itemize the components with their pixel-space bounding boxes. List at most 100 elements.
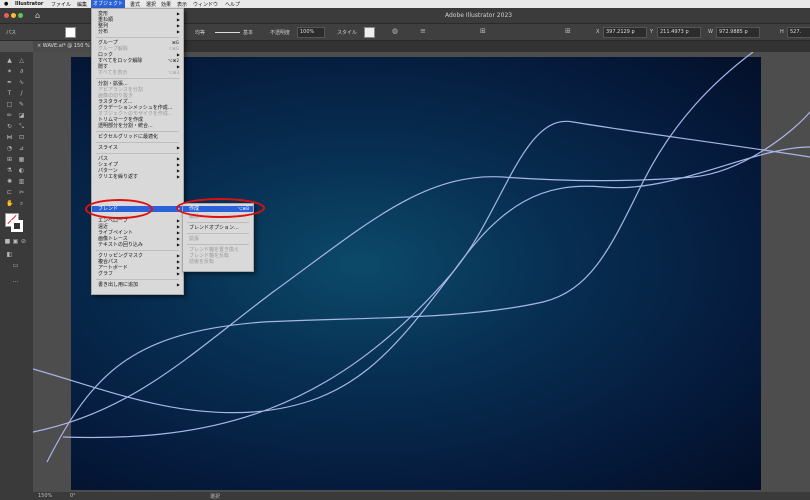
slice-tool-icon[interactable]: ✂	[18, 189, 25, 196]
selection-tool-icon[interactable]: ▲	[6, 57, 13, 64]
zoom-tool-icon[interactable]: ⌕	[18, 200, 25, 207]
stroke-profile-label[interactable]: 均等	[195, 29, 205, 36]
menu-separator	[96, 279, 179, 280]
recolor-icon[interactable]: ◍	[392, 27, 398, 35]
w-label: W	[708, 29, 713, 35]
home-icon[interactable]: ⌂	[35, 11, 40, 20]
h-field[interactable]: 527.	[787, 27, 810, 38]
menu-separator	[96, 37, 179, 38]
perspective-grid-tool-icon[interactable]: ⊿	[18, 145, 25, 152]
menu-select[interactable]: 選択	[146, 1, 156, 8]
menu-separator	[96, 153, 179, 154]
eyedropper-tool-icon[interactable]: ⚗	[6, 167, 13, 174]
pencil-tool-icon[interactable]: ✏	[6, 112, 13, 119]
close-window-button[interactable]	[4, 13, 9, 18]
symbol-sprayer-tool-icon[interactable]: ✺	[6, 178, 13, 185]
mesh-tool-icon[interactable]: ⊞	[6, 156, 13, 163]
reference-point-icon[interactable]: ⊞	[565, 27, 571, 35]
submenu-arrow-icon: ▶	[176, 271, 180, 276]
menu-view[interactable]: 表示	[177, 1, 187, 8]
menu-item-flatten-transparency[interactable]: 透明部分を分割・統合...	[92, 123, 183, 129]
menu-effect[interactable]: 効果	[161, 1, 171, 8]
blend-tool-icon[interactable]: ◐	[18, 167, 25, 174]
none-mode-icon[interactable]: ⊘	[20, 238, 27, 245]
menu-illustrator[interactable]: Illustrator	[15, 1, 43, 7]
menu-type[interactable]: 書式	[130, 1, 140, 8]
menu-edit[interactable]: 編集	[77, 1, 87, 8]
document-tab[interactable]: × WAVE.ai* @ 150 %	[33, 41, 99, 52]
align-icon[interactable]: ≡	[420, 27, 426, 35]
submenu-arrow-icon: ▶	[176, 29, 180, 34]
eraser-tool-icon[interactable]: ◪	[18, 112, 25, 119]
submenu-item-reverse-front-back[interactable]: 前後を反転	[183, 259, 253, 265]
curvature-tool-icon[interactable]: ∿	[18, 79, 25, 86]
opacity-field[interactable]: 100%	[297, 27, 325, 38]
menu-item-slice[interactable]: スライス ▶	[92, 145, 183, 151]
submenu-item-expand[interactable]: 拡張	[183, 236, 253, 242]
tools-panel: ▲ △ ✶ ∂ ✒ ∿ T / □ ✎ ✏ ◪ ↻ ⤡ ⋈ ⊡ ◔ ⊿ ⊞ ▦ …	[0, 52, 33, 492]
w-field[interactable]: 972.9885 p	[716, 27, 760, 38]
gradient-tool-icon[interactable]: ▦	[18, 156, 25, 163]
rotate-tool-icon[interactable]: ↻	[6, 123, 13, 130]
style-swatch[interactable]	[364, 27, 375, 38]
menu-item-pixel-perfect[interactable]: ピクセルグリッドに最適化	[92, 134, 183, 140]
artboard-tool-icon[interactable]: ⊏	[6, 189, 13, 196]
submenu-arrow-icon: ▶	[176, 242, 180, 247]
color-mode-icon[interactable]: ■	[4, 238, 11, 245]
style-label: スタイル	[337, 30, 358, 36]
zoom-window-button[interactable]	[18, 13, 23, 18]
current-tool-label: 選択	[210, 494, 221, 500]
draw-mode-icon[interactable]: ◧	[6, 251, 13, 258]
submenu-item-release[interactable]: 解除	[183, 214, 253, 220]
line-tool-icon[interactable]: /	[18, 90, 25, 97]
graph-tool-icon[interactable]: ▥	[18, 178, 25, 185]
magic-wand-tool-icon[interactable]: ✶	[6, 68, 13, 75]
menu-item-show-all[interactable]: すべてを表示 ⌥⌘3	[92, 70, 183, 76]
lasso-tool-icon[interactable]: ∂	[18, 68, 25, 75]
submenu-arrow-icon: ▶	[176, 174, 180, 179]
menu-item-add-to-export[interactable]: 書き出し用に追加 ▶	[92, 282, 183, 288]
direct-selection-tool-icon[interactable]: △	[18, 57, 25, 64]
mac-menu-bar: ● Illustrator ファイル 編集 オブジェクト 書式 選択 効果 表示…	[0, 0, 810, 8]
submenu-item-make[interactable]: 作成 ⌥⌘B	[183, 206, 253, 212]
menu-object[interactable]: オブジェクト	[91, 0, 126, 8]
stroke-color-box[interactable]	[11, 220, 23, 232]
pen-tool-icon[interactable]: ✒	[6, 79, 13, 86]
menu-item-text-wrap[interactable]: テキストの回り込み ▶	[92, 242, 183, 248]
type-tool-icon[interactable]: T	[6, 90, 13, 97]
brush-preview	[215, 32, 240, 33]
menu-separator	[96, 142, 179, 143]
y-label: Y	[650, 29, 654, 35]
status-bar: 150% 0° 選択	[0, 492, 810, 500]
gradient-mode-icon[interactable]: ▣	[12, 238, 19, 245]
minimize-window-button[interactable]	[11, 13, 16, 18]
h-label: H	[780, 29, 784, 35]
menu-file[interactable]: ファイル	[51, 1, 71, 8]
zoom-level[interactable]: 150%	[38, 493, 52, 499]
y-field[interactable]: 211.4973 p	[657, 27, 701, 38]
screen-mode-icon[interactable]: ▭	[12, 262, 19, 269]
hand-tool-icon[interactable]: ✋	[6, 200, 13, 207]
menu-item-graph[interactable]: グラフ ▶	[92, 271, 183, 277]
blend-submenu: 作成 ⌥⌘B 解除 ブレンドオプション... 拡張 ブレンド軸を置き換え ブレンド…	[182, 203, 254, 272]
transform-icon[interactable]: ⊞	[480, 27, 486, 35]
rectangle-tool-icon[interactable]: □	[6, 101, 13, 108]
apple-icon[interactable]: ●	[4, 1, 8, 7]
shape-builder-tool-icon[interactable]: ◔	[6, 145, 13, 152]
more-tools-icon[interactable]: …	[12, 277, 19, 284]
paintbrush-tool-icon[interactable]: ✎	[18, 101, 25, 108]
rotation-angle[interactable]: 0°	[70, 493, 76, 499]
menu-window[interactable]: ウィンドウ	[193, 1, 218, 8]
menu-help[interactable]: ヘルプ	[225, 1, 240, 8]
brush-label[interactable]: 基本	[243, 29, 253, 36]
width-tool-icon[interactable]: ⋈	[6, 134, 13, 141]
submenu-item-blend-options[interactable]: ブレンドオプション...	[183, 225, 253, 231]
object-menu: 変形 ▶ 重ね順 ▶ 整列 ▶ 分布 ▶ グループ ⌘G グループ解除 ⇧⌘G ロック ▶ す…	[91, 8, 184, 295]
menu-item-distribute[interactable]: 分布 ▶	[92, 29, 183, 35]
scale-tool-icon[interactable]: ⤡	[18, 123, 25, 130]
menu-item-repeat[interactable]: クリエを繰り返す ▶	[92, 174, 183, 180]
fill-swatch[interactable]	[65, 27, 76, 38]
menu-item-blend[interactable]: ブレンド ▶	[92, 206, 183, 212]
x-field[interactable]: 397.2129 p	[603, 27, 647, 38]
free-transform-tool-icon[interactable]: ⊡	[18, 134, 25, 141]
